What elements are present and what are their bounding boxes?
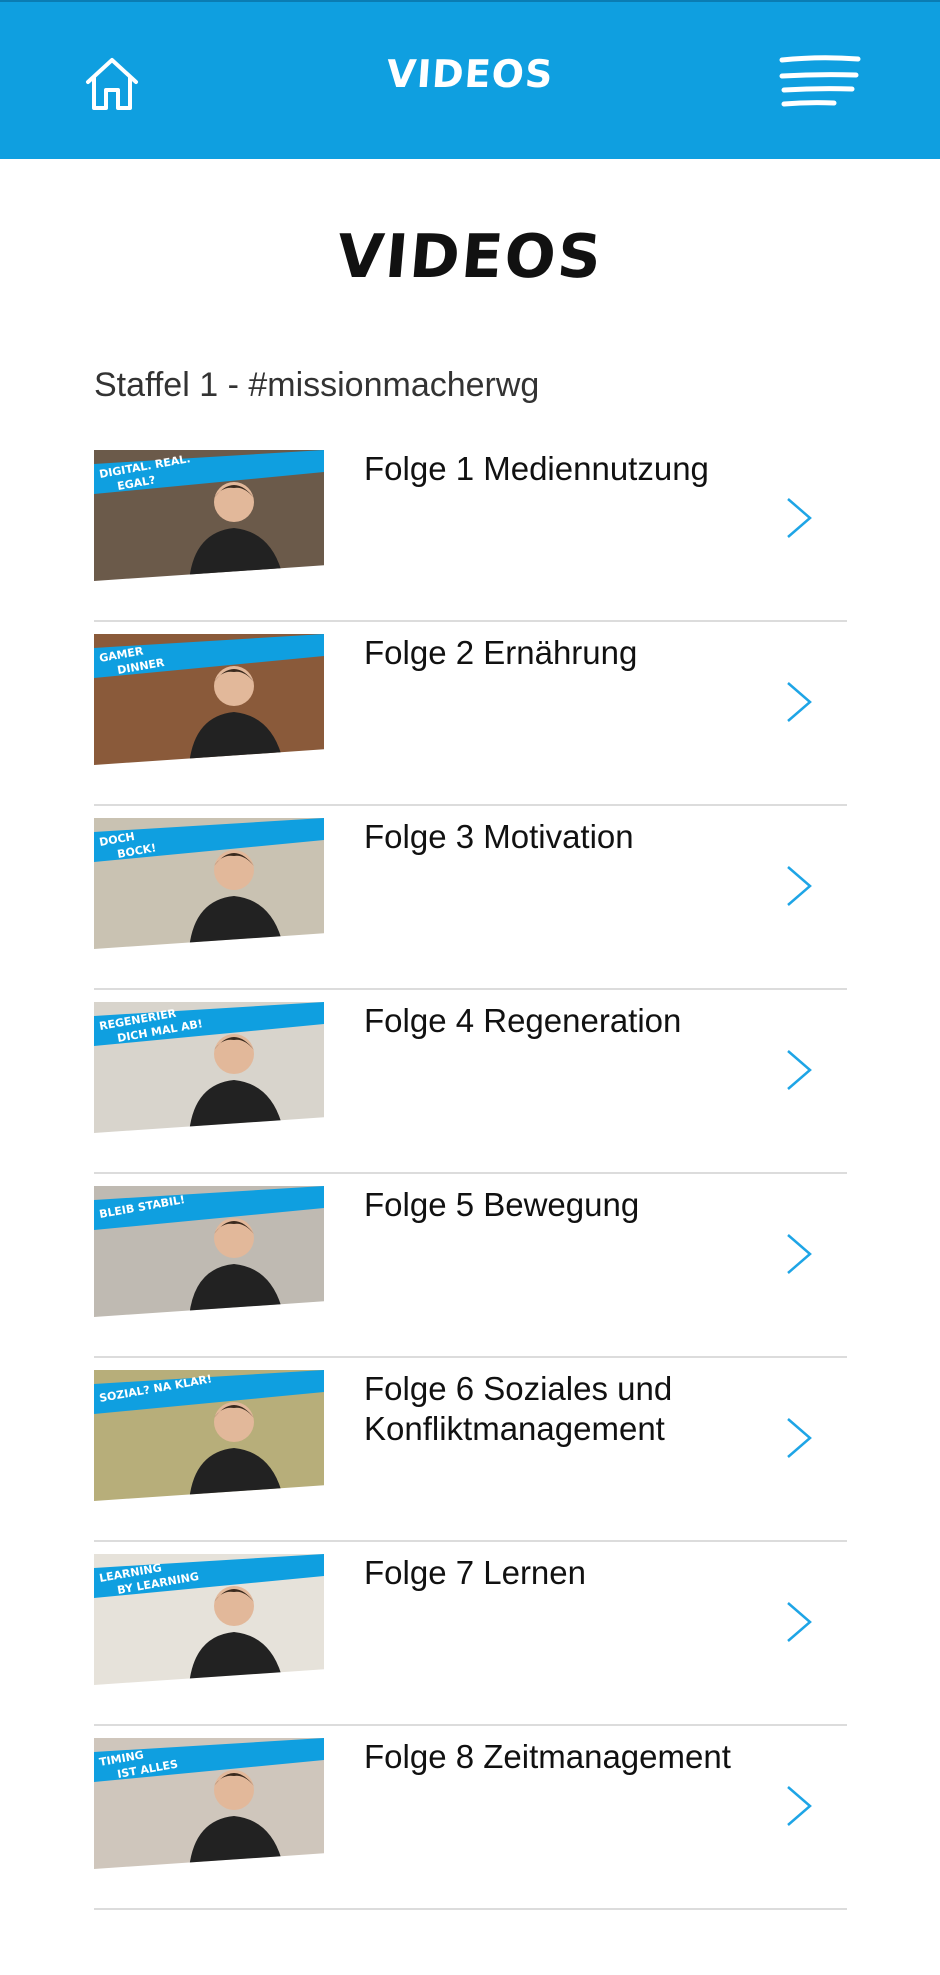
- episode-thumbnail: TIMING IST ALLES: [94, 1738, 324, 1869]
- episode-title: Folge 3 Motivation: [364, 818, 634, 855]
- episode-title: Folge 5 Bewegung: [364, 1186, 640, 1223]
- episode-title: Folge 6 Soziales und Konfliktmanagement: [364, 1370, 673, 1447]
- episode-row[interactable]: LEARNING BY LEARNING Folge 7 Lernen: [94, 1542, 847, 1726]
- chevron-right-icon: [787, 1418, 812, 1458]
- episode-thumbnail: GAMER DINNER: [94, 634, 324, 765]
- episode-row[interactable]: TIMING IST ALLES Folge 8 Zeitmanagement: [94, 1726, 847, 1910]
- chevron-right-icon: [787, 1050, 812, 1090]
- app-header: VIDEOS: [0, 0, 940, 159]
- chevron-right-icon: [787, 1786, 812, 1826]
- episode-thumbnail: SOZIAL? NA KLAR!: [94, 1370, 324, 1501]
- episode-row[interactable]: DIGITAL. REAL. EGAL? Folge 1 Mediennutzun…: [94, 438, 847, 622]
- episode-thumbnail: REGENERIER DICH MAL AB!: [94, 1002, 324, 1133]
- episode-title: Folge 8 Zeitmanagement: [364, 1738, 731, 1775]
- episode-row[interactable]: REGENERIER DICH MAL AB! Folge 4 Regenerat…: [94, 990, 847, 1174]
- episode-row[interactable]: DOCH BOCK! Folge 3 Motivation: [94, 806, 847, 990]
- episode-title: Folge 2 Ernährung: [364, 634, 638, 671]
- chevron-right-icon: [787, 498, 812, 538]
- chevron-right-icon: [787, 866, 812, 906]
- episode-list: DIGITAL. REAL. EGAL? Folge 1 Mediennutzun…: [94, 438, 847, 1910]
- section-heading: Staffel 1 - #missionmacherwg: [94, 366, 540, 404]
- episode-row[interactable]: GAMER DINNER Folge 2 Ernährung: [94, 622, 847, 806]
- page-title: VIDEOS: [334, 222, 606, 292]
- episode-thumbnail: DOCH BOCK!: [94, 818, 324, 949]
- episode-title: Folge 4 Regeneration: [364, 1002, 682, 1039]
- menu-icon[interactable]: [778, 54, 862, 110]
- chevron-right-icon: [787, 1234, 812, 1274]
- episode-thumbnail: BLEIB STABIL!: [94, 1186, 324, 1317]
- episode-title: Folge 7 Lernen: [364, 1554, 586, 1591]
- chevron-right-icon: [787, 682, 812, 722]
- episode-row[interactable]: BLEIB STABIL! Folge 5 Bewegung: [94, 1174, 847, 1358]
- episode-title: Folge 1 Mediennutzung: [364, 450, 709, 487]
- chevron-right-icon: [787, 1602, 812, 1642]
- episode-row[interactable]: SOZIAL? NA KLAR! Folge 6 Soziales und Ko…: [94, 1358, 847, 1542]
- episode-thumbnail: LEARNING BY LEARNING: [94, 1554, 324, 1685]
- episode-thumbnail: DIGITAL. REAL. EGAL?: [94, 450, 324, 581]
